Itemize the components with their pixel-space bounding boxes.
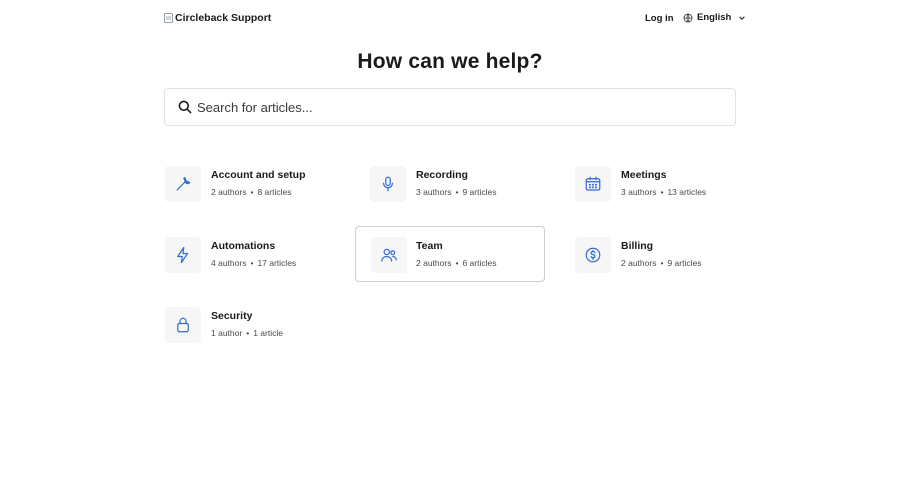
collection-icon-box [371,237,407,273]
collection-meta: 2 authors • 8 articles [211,187,292,197]
article-count: 13 articles [667,187,707,197]
logo-text: Circleback Support [175,12,272,24]
collection-title: Meetings [621,169,667,181]
collection-meta: 4 authors • 17 articles [211,258,297,268]
calendar-icon [585,176,601,191]
globe-icon [683,13,693,22]
search-icon [178,100,192,114]
collection-meta: 1 author • 1 article [211,328,283,338]
collection-title: Team [416,240,443,252]
article-count: 8 articles [257,187,292,197]
author-count: 2 authors [621,258,657,268]
broken-image-icon [164,13,173,23]
article-count: 9 articles [462,187,497,197]
collection-title: Automations [211,240,276,252]
login-link[interactable]: Log in [645,13,674,24]
lightning-icon [177,246,189,264]
collection-icon-box [370,166,406,202]
collection-icon-box [165,237,201,273]
collection-meta: 2 authors • 9 articles [621,258,702,268]
article-count: 1 article [253,328,283,338]
collection-card-billing[interactable]: Billing 2 authors • 9 articles [574,226,764,282]
collection-icon-box [165,307,201,343]
search-input[interactable] [197,99,697,115]
collection-card-meetings[interactable]: Meetings 3 authors • 13 articles [574,155,764,211]
collection-card-account-and-setup[interactable]: Account and setup 2 authors • 8 articles [164,155,354,211]
author-count: 4 authors [211,258,247,268]
collection-meta: 3 authors • 9 articles [416,187,497,197]
author-count: 3 authors [621,187,657,197]
collection-meta: 3 authors • 13 articles [621,187,707,197]
collection-title: Recording [416,169,468,181]
collection-icon-box [575,237,611,273]
collection-card-team[interactable]: Team 2 authors • 6 articles [355,226,545,282]
collection-title: Billing [621,240,654,252]
collection-icon-box [165,166,201,202]
site-header: Circleback Support Log in English [0,0,900,40]
article-count: 6 articles [462,258,497,268]
dollar-icon [585,247,601,263]
language-label: English [697,12,732,23]
chevron-down-icon [739,15,746,20]
collection-title: Security [211,310,253,322]
wrench-icon [176,176,191,191]
collection-icon-box [575,166,611,202]
lock-icon [177,317,189,333]
author-count: 1 author [211,328,243,338]
page-title: How can we help? [357,50,543,73]
users-icon [381,248,397,262]
collection-title: Account and setup [211,169,306,181]
author-count: 2 authors [211,187,247,197]
collection-card-security[interactable]: Security 1 author • 1 article [164,296,354,352]
article-count: 9 articles [667,258,702,268]
collection-meta: 2 authors • 6 articles [416,258,497,268]
author-count: 3 authors [416,187,452,197]
microphone-icon [382,176,394,192]
language-selector[interactable]: English [683,12,746,23]
collection-card-recording[interactable]: Recording 3 authors • 9 articles [369,155,559,211]
author-count: 2 authors [416,258,452,268]
site-logo[interactable]: Circleback Support [164,12,271,24]
collection-card-automations[interactable]: Automations 4 authors • 17 articles [164,226,354,282]
search-bar[interactable] [164,88,736,126]
article-count: 17 articles [257,258,297,268]
